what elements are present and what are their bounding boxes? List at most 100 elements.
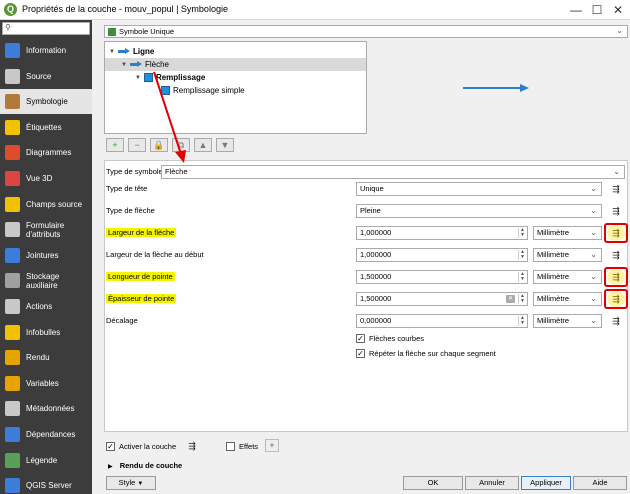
collapse-icon[interactable]: ▼ <box>121 62 127 68</box>
close-button[interactable]: ✕ <box>608 1 628 19</box>
expand-icon[interactable]: ▶ <box>108 464 113 470</box>
sidebar-item-variables[interactable]: Variables <box>0 371 92 396</box>
data-defined-override-icon[interactable]: ⇶ <box>607 247 625 263</box>
collapse-icon[interactable]: ▼ <box>135 75 141 81</box>
renderer-select[interactable]: Symbole Unique ⌄ <box>104 25 628 38</box>
sidebar-search-input[interactable]: ⚲ <box>2 22 90 35</box>
symbol-type-select[interactable]: Flèche ⌄ <box>161 165 625 179</box>
data-defined-override-icon[interactable]: ⇶ <box>607 203 625 219</box>
joins-icon <box>5 247 20 263</box>
sidebar-item-diagrammes[interactable]: Diagrammes <box>0 140 92 165</box>
gear-icon <box>5 299 20 314</box>
sidebar-item-infobulles[interactable]: Infobulles <box>0 320 92 345</box>
add-layer-button[interactable]: + <box>106 138 124 152</box>
symbol-type-value: Flèche <box>165 167 188 176</box>
type-de-tete-select[interactable]: Unique ⌄ <box>356 182 602 196</box>
sidebar-item-qgis-server[interactable]: QGIS Server <box>0 473 92 494</box>
spin-arrows-icon[interactable]: ▲ ▼ <box>518 294 526 304</box>
longueur-de-pointe-spinbox[interactable]: 1,500000 ▲ ▼ <box>356 270 528 284</box>
curved-arrows-checkbox[interactable]: ✓ Flèches courbes <box>356 332 424 344</box>
checkbox-label: Répéter la flèche sur chaque segment <box>369 348 496 358</box>
chevron-down-icon: ⌄ <box>590 206 597 215</box>
metadata-icon <box>5 401 20 417</box>
data-defined-override-icon[interactable]: ⇶ <box>607 181 625 197</box>
spin-arrows-icon[interactable]: ▲ ▼ <box>518 272 526 282</box>
remove-layer-button[interactable]: − <box>128 138 146 152</box>
largeur-de-la-fleche-au-debut-unit-select[interactable]: Millimètre ⌄ <box>533 248 602 262</box>
maximize-button[interactable]: ☐ <box>587 1 607 19</box>
largeur-de-la-fleche-au-debut-spinbox[interactable]: 1,000000 ▲ ▼ <box>356 248 528 262</box>
sidebar-item-vue-3d[interactable]: Vue 3D <box>0 166 92 191</box>
type-de-tete-label: Type de tête <box>106 182 147 196</box>
sidebar-item-legende[interactable]: Légende <box>0 448 92 473</box>
largeur-de-la-fleche-spinbox[interactable]: 1,000000 ▲ ▼ <box>356 226 528 240</box>
activate-layer-checkbox[interactable]: ✓ Activer la couche <box>106 440 176 452</box>
checkbox-box[interactable]: ✓ <box>356 348 365 358</box>
type-de-fleche-select[interactable]: Pleine ⌄ <box>356 204 602 218</box>
largeur-de-la-fleche-label: Largeur de la flèche <box>106 226 177 240</box>
layer-rendering-section[interactable]: ▶ Rendu de couche <box>108 461 182 470</box>
tree-item-remplissage-simple[interactable]: Remplissage simple <box>161 84 361 97</box>
info-icon <box>5 43 20 58</box>
collapse-icon[interactable]: ▼ <box>109 49 115 55</box>
variables-icon <box>5 375 20 391</box>
effects-settings-icon[interactable]: ✦ <box>265 439 279 452</box>
apply-button[interactable]: Appliquer <box>521 476 571 490</box>
sidebar-item-label: Métadonnées <box>26 404 75 414</box>
layer-rendering-label: Rendu de couche <box>119 461 183 470</box>
ok-button[interactable]: OK <box>403 476 463 490</box>
checkbox-label: Flèches courbes <box>369 333 425 343</box>
symbol-type-label: Type de symbole <box>106 167 163 176</box>
chevron-down-icon: ⌄ <box>590 184 597 193</box>
sidebar-item-metadonnees[interactable]: Métadonnées <box>0 396 92 421</box>
data-defined-override-icon[interactable]: ⇶ <box>607 313 625 329</box>
spin-arrows-icon[interactable]: ▲ ▼ <box>518 250 526 260</box>
minimize-button[interactable]: — <box>566 1 586 19</box>
spin-arrows-icon[interactable]: ▲ ▼ <box>518 228 526 238</box>
repeat-arrow-checkbox[interactable]: ✓ Répéter la flèche sur chaque segment <box>356 347 496 359</box>
epaisseur-de-pointe-unit-select[interactable]: Millimètre ⌄ <box>533 292 602 306</box>
decalage-unit-select[interactable]: Millimètre ⌄ <box>533 314 602 328</box>
clear-icon[interactable]: ✕ <box>506 295 515 303</box>
sidebar-item-rendu[interactable]: Rendu <box>0 345 92 370</box>
largeur-de-la-fleche-au-debut-label: Largeur de la flèche au début <box>106 248 204 262</box>
data-defined-override-icon[interactable]: ⇶ <box>183 438 201 454</box>
tree-item-ligne[interactable]: ▼ Ligne <box>109 45 367 58</box>
epaisseur-de-pointe-spinbox[interactable]: 1,500000 ▲ ▼ ✕ <box>356 292 528 306</box>
style-button[interactable]: Style ▼ <box>106 476 156 490</box>
sidebar-item-etiquettes[interactable]: Étiquettes <box>0 115 92 140</box>
property-label-text: Type de flèche <box>106 206 155 215</box>
effects-checkbox[interactable]: Effets <box>226 440 258 452</box>
sidebar-item-formulaire-d-attributs[interactable]: Formulaire d'attributs <box>0 217 92 242</box>
style-button-label: Style <box>118 478 136 487</box>
spin-arrows-icon[interactable]: ▲ ▼ <box>518 316 526 326</box>
cube-icon <box>5 171 20 186</box>
sidebar-item-dependances[interactable]: Dépendances <box>0 422 92 447</box>
checkbox-box[interactable]: ✓ <box>106 441 115 451</box>
sidebar-item-symbologie[interactable]: Symbologie <box>0 89 92 115</box>
chevron-down-icon: ⌄ <box>590 272 597 281</box>
sidebar-item-champs-source[interactable]: Champs source <box>0 192 92 217</box>
property-label-text: Largeur de la flèche au début <box>106 250 204 259</box>
cancel-button[interactable]: Annuler <box>465 476 519 490</box>
sidebar-item-jointures[interactable]: Jointures <box>0 243 92 268</box>
checkbox-box[interactable] <box>226 441 235 451</box>
chevron-down-icon: ⌄ <box>616 26 623 35</box>
checkbox-box[interactable]: ✓ <box>356 333 365 343</box>
help-button[interactable]: Aide <box>573 476 627 490</box>
tree-item-fleche[interactable]: ▼ Flèche <box>105 58 366 71</box>
longueur-de-pointe-unit-select[interactable]: Millimètre ⌄ <box>533 270 602 284</box>
move-down-button[interactable]: ▼ <box>216 138 234 152</box>
sidebar-item-stockage-auxiliaire[interactable]: Stockage auxiliaire <box>0 268 92 293</box>
sidebar-item-actions[interactable]: Actions <box>0 294 92 319</box>
move-up-button[interactable]: ▲ <box>194 138 212 152</box>
line-symbol-icon <box>117 48 130 55</box>
largeur-de-la-fleche-unit-select[interactable]: Millimètre ⌄ <box>533 226 602 240</box>
sidebar-item-source[interactable]: Source <box>0 64 92 89</box>
sidebar-item-label: Rendu <box>26 353 50 363</box>
epaisseur-de-pointe-label: Épaisseur de pointe <box>106 292 177 306</box>
sidebar-item-information[interactable]: Information <box>0 38 92 63</box>
decalage-spinbox[interactable]: 0,000000 ▲ ▼ <box>356 314 528 328</box>
type-de-fleche-label: Type de flèche <box>106 204 155 218</box>
sidebar-item-label: Information <box>26 46 67 55</box>
